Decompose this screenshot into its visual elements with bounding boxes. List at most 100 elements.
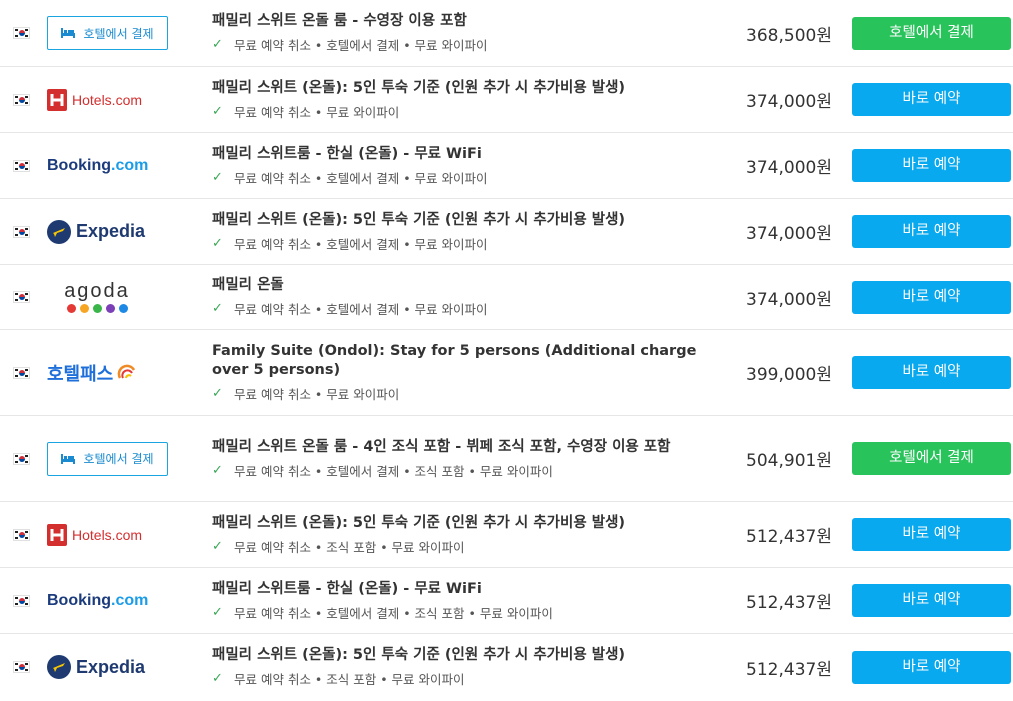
room-title[interactable]: 패밀리 온돌 (212, 276, 712, 295)
price: 374,000원 (712, 285, 852, 310)
price-amount: 374,000 (746, 289, 817, 310)
korea-flag-icon (13, 661, 30, 673)
check-icon: ✓ (212, 671, 223, 686)
expedia-logo[interactable]: Expedia (47, 219, 145, 244)
room-features: 무료 예약 취소 • 호텔에서 결제 • 조식 포함 • 무료 와이파이 (234, 605, 553, 621)
provider-label: 호텔에서 결제 (83, 452, 154, 466)
price-unit: 원 (816, 659, 832, 680)
price-unit: 원 (816, 289, 832, 310)
room-title[interactable]: 패밀리 스위트 온돌 룸 - 4인 조식 포함 - 뷔페 조식 포함, 수영장 … (212, 438, 712, 457)
pay-at-hotel-badge[interactable]: 호텔에서 결제 (47, 16, 168, 50)
price: 374,000원 (712, 219, 852, 244)
korea-flag-icon (13, 366, 30, 379)
provider-label: Hotels.com (72, 91, 143, 108)
offer-row: 호텔에서 결제 패밀리 스위트 온돌 룸 - 4인 조식 포함 - 뷔페 조식 … (0, 416, 1013, 502)
booking-com-logo[interactable]: Booking.com (47, 592, 148, 610)
price-unit: 원 (816, 527, 832, 547)
korea-flag-icon (13, 225, 30, 238)
check-icon: ✓ (212, 538, 223, 554)
price-amount: 399,000 (746, 365, 817, 385)
check-icon: ✓ (212, 235, 223, 251)
pay-at-hotel-badge[interactable]: 호텔에서 결제 (47, 441, 168, 476)
provider-label: Booking (47, 156, 111, 174)
bed-icon (61, 453, 76, 464)
hotels-h-icon (47, 88, 67, 111)
booking-com-logo[interactable]: Booking.com (47, 157, 148, 175)
offer-list: 호텔에서 결제 패밀리 스위트 온돌 룸 - 수영장 이용 포함 ✓ 무료 예약 … (0, 0, 1013, 700)
room-features: 무료 예약 취소 • 호텔에서 결제 • 무료 와이파이 (234, 170, 488, 186)
price-unit: 원 (816, 593, 832, 613)
room-title[interactable]: 패밀리 스위트룸 - 한실 (온돌) - 무료 WiFi (212, 580, 712, 599)
offer-row: 호텔패스 Family Suite (Ondol): Stay for 5 pe… (0, 330, 1013, 416)
price-amount: 512,437 (746, 593, 817, 613)
price-unit: 원 (816, 158, 832, 178)
check-icon: ✓ (212, 169, 223, 185)
price: 374,000원 (712, 153, 852, 178)
provider-label: 호텔에서 결제 (83, 26, 154, 41)
hotels-com-logo[interactable]: Hotels.com (47, 88, 143, 111)
book-now-button[interactable]: 바로 예약 (852, 280, 1011, 314)
room-features: 무료 예약 취소 • 조식 포함 • 무료 와이파이 (234, 672, 465, 687)
book-now-button[interactable]: 바로 예약 (852, 518, 1011, 551)
room-features: 무료 예약 취소 • 조식 포함 • 무료 와이파이 (234, 539, 465, 555)
offer-row: agoda 패밀리 온돌 ✓ 무료 예약 취소 • 호텔에서 결제 • 무료 와이… (0, 265, 1013, 330)
provider-label-suffix: .com (111, 156, 149, 174)
price: 504,901원 (712, 446, 852, 471)
hotels-h-icon (47, 523, 67, 546)
price-amount: 374,000 (746, 92, 817, 112)
book-now-button[interactable]: 바로 예약 (852, 83, 1011, 116)
price-amount: 374,000 (746, 224, 817, 244)
offer-row: 호텔에서 결제 패밀리 스위트 온돌 룸 - 수영장 이용 포함 ✓ 무료 예약 … (0, 0, 1013, 67)
offer-row: Booking.com 패밀리 스위트룸 - 한실 (온돌) - 무료 WiFi… (0, 568, 1013, 634)
room-title[interactable]: 패밀리 스위트 (온돌): 5인 투숙 기준 (인원 추가 시 추가비용 발생) (212, 211, 712, 230)
price-amount: 504,901 (746, 451, 817, 471)
check-icon: ✓ (212, 37, 223, 52)
korea-flag-icon (13, 452, 30, 465)
room-features: 무료 예약 취소 • 호텔에서 결제 • 조식 포함 • 무료 와이파이 (234, 463, 553, 479)
room-title[interactable]: 패밀리 스위트 온돌 룸 - 수영장 이용 포함 (212, 12, 712, 31)
offer-row: Hotels.com 패밀리 스위트 (온돌): 5인 투숙 기준 (인원 추가… (0, 67, 1013, 133)
price: 512,437원 (712, 655, 852, 680)
plane-icon (47, 655, 71, 679)
offer-row: Hotels.com 패밀리 스위트 (온돌): 5인 투숙 기준 (인원 추가… (0, 502, 1013, 568)
price-amount: 512,437 (746, 659, 817, 680)
korea-flag-icon (13, 291, 30, 303)
room-title[interactable]: 패밀리 스위트 (온돌): 5인 투숙 기준 (인원 추가 시 추가비용 발생) (212, 646, 712, 665)
price: 512,437원 (712, 588, 852, 613)
provider-label: Booking (47, 591, 111, 609)
room-features: 무료 예약 취소 • 호텔에서 결제 • 무료 와이파이 (234, 38, 488, 53)
sun-icon (116, 360, 138, 386)
price-unit: 원 (816, 25, 832, 46)
agoda-dots-icon (65, 304, 130, 313)
book-now-button[interactable]: 바로 예약 (852, 584, 1011, 617)
price: 399,000원 (712, 360, 852, 385)
korea-flag-icon (13, 594, 30, 607)
room-title[interactable]: 패밀리 스위트 (온돌): 5인 투숙 기준 (인원 추가 시 추가비용 발생) (212, 79, 712, 98)
room-features: 무료 예약 취소 • 무료 와이파이 (234, 387, 400, 402)
pay-at-hotel-button[interactable]: 호텔에서 결제 (852, 442, 1011, 475)
check-icon: ✓ (212, 103, 223, 119)
book-now-button[interactable]: 바로 예약 (852, 215, 1011, 248)
room-features: 무료 예약 취소 • 호텔에서 결제 • 무료 와이파이 (234, 236, 488, 252)
check-icon: ✓ (212, 604, 223, 620)
price: 374,000원 (712, 87, 852, 112)
price: 368,500원 (712, 21, 852, 46)
book-now-button[interactable]: 바로 예약 (852, 356, 1011, 389)
pay-at-hotel-button[interactable]: 호텔에서 결제 (852, 16, 1011, 50)
bed-icon (61, 28, 76, 38)
agoda-logo[interactable]: agoda (47, 281, 147, 313)
hotelpass-logo[interactable]: 호텔패스 (47, 360, 138, 386)
korea-flag-icon (13, 528, 30, 541)
room-title[interactable]: 패밀리 스위트룸 - 한실 (온돌) - 무료 WiFi (212, 145, 712, 164)
korea-flag-icon (13, 159, 30, 172)
provider-label: 호텔패스 (47, 363, 114, 385)
hotels-com-logo[interactable]: Hotels.com (47, 523, 143, 546)
book-now-button[interactable]: 바로 예약 (852, 149, 1011, 182)
expedia-logo[interactable]: Expedia (47, 655, 145, 679)
room-title[interactable]: 패밀리 스위트 (온돌): 5인 투숙 기준 (인원 추가 시 추가비용 발생) (212, 514, 712, 533)
room-title[interactable]: Family Suite (Ondol): Stay for 5 persons… (212, 342, 712, 380)
provider-label: Hotels.com (72, 526, 143, 543)
book-now-button[interactable]: 바로 예약 (852, 650, 1011, 684)
korea-flag-icon (13, 27, 30, 39)
offer-row: Expedia 패밀리 스위트 (온돌): 5인 투숙 기준 (인원 추가 시 … (0, 634, 1013, 700)
